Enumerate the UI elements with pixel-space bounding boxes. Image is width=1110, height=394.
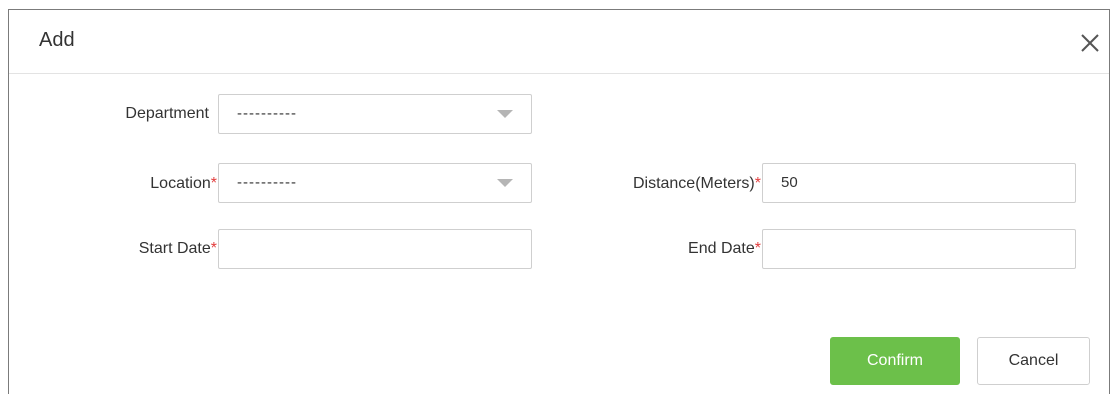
distance-label: Distance(Meters)*: [632, 175, 761, 192]
start-date-label: Start Date*: [138, 240, 217, 257]
distance-input[interactable]: 50: [762, 163, 1076, 203]
chevron-down-icon: [497, 179, 513, 187]
cancel-button[interactable]: Cancel: [977, 337, 1090, 385]
required-marker: *: [210, 240, 217, 257]
distance-input-value: 50: [781, 174, 798, 191]
confirm-button[interactable]: Confirm: [830, 337, 960, 385]
start-date-input[interactable]: [218, 229, 532, 269]
department-label: Department: [125, 105, 209, 122]
end-date-label: End Date*: [688, 240, 761, 257]
department-select-value: ----------: [237, 105, 297, 122]
close-button[interactable]: [1079, 32, 1101, 54]
location-select-value: ----------: [237, 174, 297, 191]
dialog-header: Add: [9, 10, 1109, 74]
required-marker: *: [754, 175, 761, 192]
dialog-title: Add: [39, 29, 75, 51]
close-icon: [1081, 34, 1099, 52]
chevron-down-icon: [497, 110, 513, 118]
location-select[interactable]: ----------: [218, 163, 532, 203]
add-dialog: Add Department ---------- Location* ----…: [8, 9, 1110, 394]
required-marker: *: [210, 175, 217, 192]
location-label: Location*: [150, 175, 217, 192]
required-marker: *: [754, 240, 761, 257]
department-select[interactable]: ----------: [218, 94, 532, 134]
end-date-input[interactable]: [762, 229, 1076, 269]
